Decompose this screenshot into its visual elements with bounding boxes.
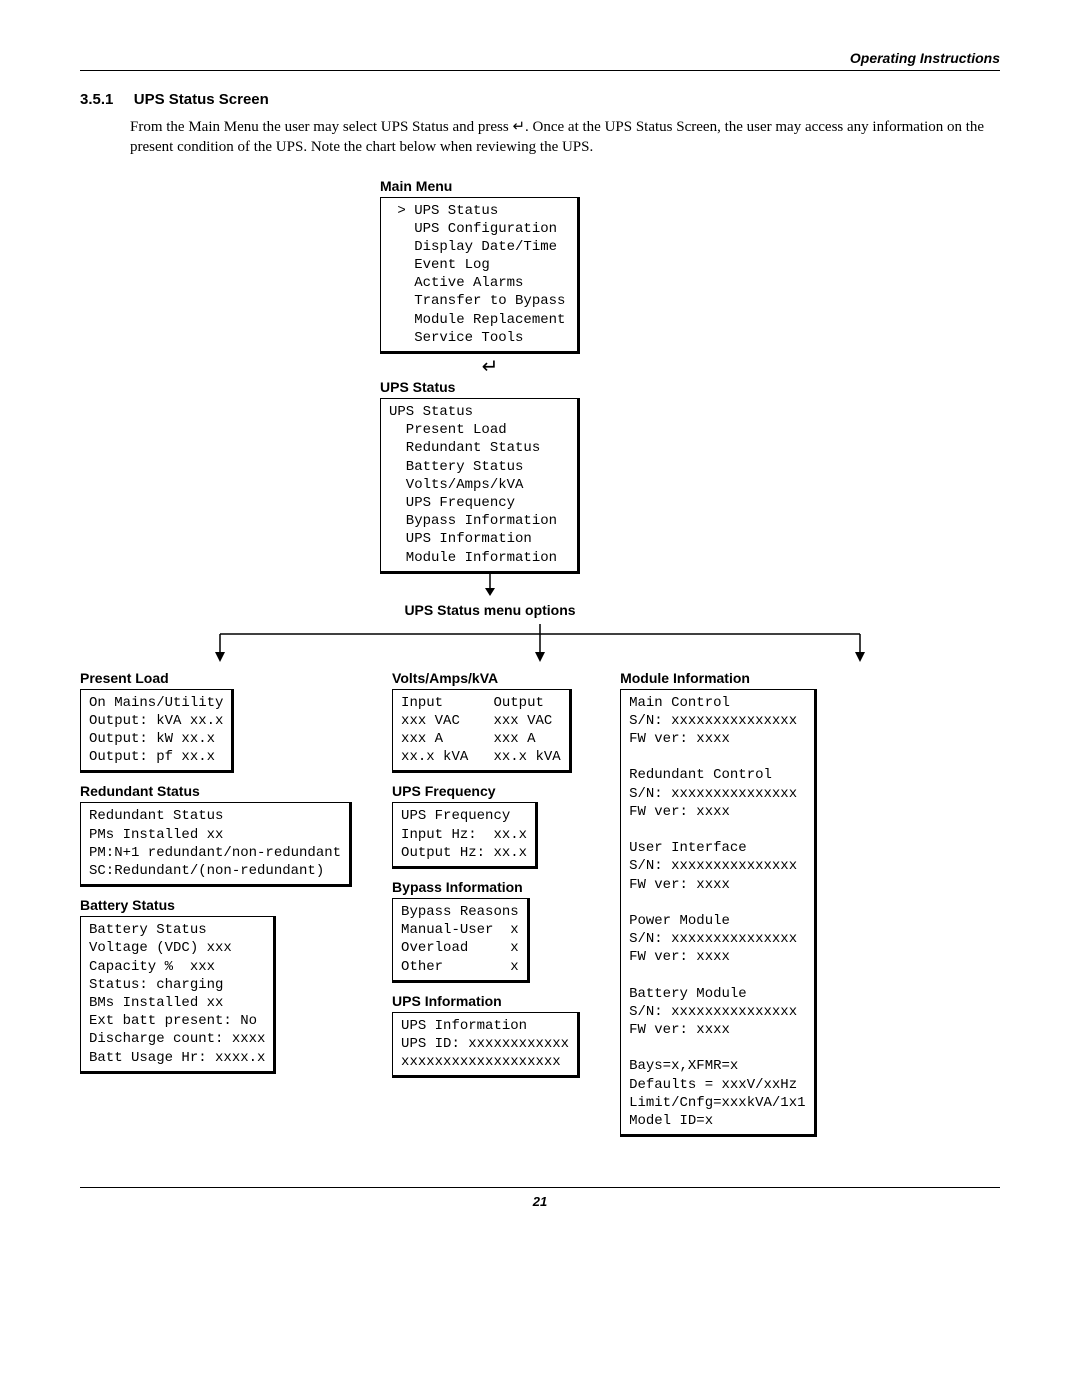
ups-info-screen: UPS Information UPS ID: xxxxxxxxxxxx xxx… [392, 1012, 580, 1079]
battery-status-screen: Battery Status Voltage (VDC) xxx Capacit… [80, 916, 276, 1074]
menu-flow-chart: Main Menu > UPS Status UPS Configuration… [80, 178, 1000, 1148]
section-title: UPS Status Screen [134, 91, 269, 108]
ups-status-title: UPS Status [380, 379, 600, 395]
intro-paragraph: From the Main Menu the user may select U… [130, 117, 1000, 158]
redundant-status-screen: Redundant Status PMs Installed xx PM:N+1… [80, 802, 352, 887]
redundant-status-title: Redundant Status [80, 783, 352, 799]
main-menu-screen: > UPS Status UPS Configuration Display D… [380, 197, 580, 355]
main-menu-box: Main Menu > UPS Status UPS Configuration… [380, 178, 600, 355]
ups-frequency-screen: UPS Frequency Input Hz: xx.x Output Hz: … [392, 802, 538, 869]
ups-status-screen: UPS Status Present Load Redundant Status… [380, 398, 580, 574]
module-info-title: Module Information [620, 670, 816, 686]
ups-info-title: UPS Information [392, 993, 580, 1009]
bypass-info-screen: Bypass Reasons Manual-User x Overload x … [392, 898, 530, 983]
branching-arrows-icon [180, 624, 900, 664]
ups-status-box: UPS Status UPS Status Present Load Redun… [380, 379, 600, 574]
options-label: UPS Status menu options [380, 602, 600, 618]
section-heading: 3.5.1 UPS Status Screen [80, 91, 1000, 109]
section-number: 3.5.1 [80, 91, 130, 108]
module-info-screen: Main Control S/N: xxxxxxxxxxxxxxx FW ver… [620, 689, 816, 1138]
ups-frequency-title: UPS Frequency [392, 783, 580, 799]
column-right: Module Information Main Control S/N: xxx… [620, 670, 816, 1148]
volts-amps-kva-title: Volts/Amps/kVA [392, 670, 580, 686]
present-load-screen: On Mains/Utility Output: kVA xx.x Output… [80, 689, 234, 774]
page-number: 21 [80, 1187, 1000, 1209]
volts-amps-kva-screen: Input Output xxx VAC xxx VAC xxx A xxx A… [392, 689, 572, 774]
main-menu-title: Main Menu [380, 178, 600, 194]
column-left: Present Load On Mains/Utility Output: kV… [80, 670, 352, 1084]
enter-key-icon: ↵ [380, 354, 600, 379]
arrow-down-icon [480, 574, 500, 596]
column-middle: Volts/Amps/kVA Input Output xxx VAC xxx … [392, 670, 580, 1089]
battery-status-title: Battery Status [80, 897, 352, 913]
present-load-title: Present Load [80, 670, 352, 686]
bypass-info-title: Bypass Information [392, 879, 580, 895]
page-header: Operating Instructions [80, 50, 1000, 71]
